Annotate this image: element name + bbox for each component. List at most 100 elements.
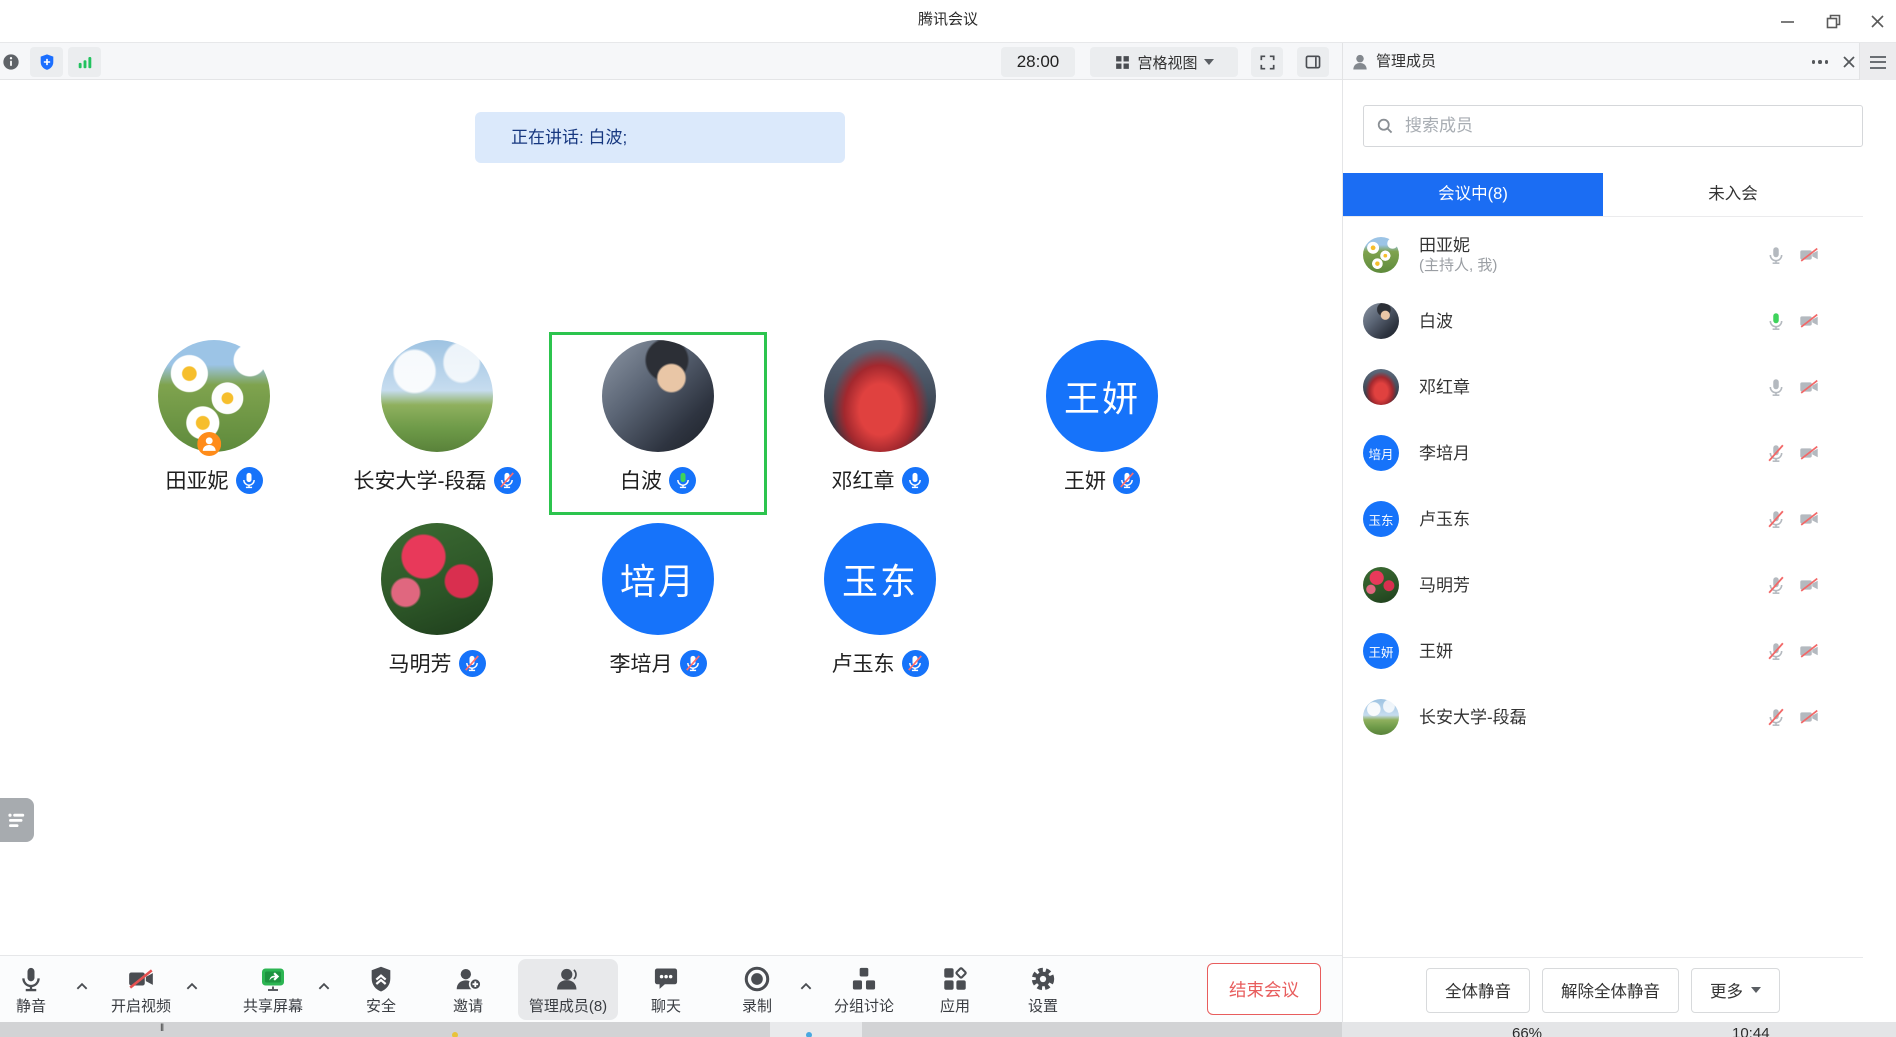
meeting-info-icon[interactable] [2,53,20,71]
member-row[interactable]: 培月 李培月 [1343,420,1863,486]
restore-button[interactable] [1820,8,1846,34]
control-security-shield[interactable]: 安全 [366,963,396,1016]
end-meeting-button[interactable]: 结束会议 [1207,963,1321,1015]
search-icon [1376,117,1394,135]
member-search-input[interactable] [1403,115,1850,137]
unmute-all-button[interactable]: 解除全体静音 [1542,968,1679,1013]
control-record[interactable]: 录制 [742,963,772,1016]
control-label: 开启视频 [111,995,171,1016]
panel-title: 管理成员 [1376,43,1436,81]
meeting-timer: 28:00 [1001,47,1075,77]
speaking-banner: 正在讲话: 白波; [475,112,845,163]
restore-icon [1825,13,1842,30]
member-row[interactable]: 玉东 卢玉东 [1343,486,1863,552]
member-camera-icon [1798,244,1820,266]
member-row[interactable]: 长安大学-段磊 [1343,684,1863,750]
mic-status-icon [680,650,707,677]
participant-name: 马明芳 [389,648,452,678]
members-icon [554,963,582,993]
member-avatar [1363,567,1399,603]
member-camera-icon [1798,706,1820,728]
control-mic[interactable]: 静音 [16,963,46,1016]
chevron-down-icon [1751,987,1761,993]
meeting-security-icon[interactable] [30,47,63,77]
battery-indicator: 66% [1512,1025,1542,1037]
participant-tile[interactable]: 马明芳 [328,515,546,698]
mic-status-icon [1113,467,1140,494]
control-breakout[interactable]: 分组讨论 [834,963,894,1016]
participant-tile[interactable]: 玉东 卢玉东 [771,515,989,698]
participant-avatar [381,340,493,452]
member-row[interactable]: 王妍 王妍 [1343,618,1863,684]
participant-name: 邓红章 [832,465,895,495]
chevron-up-icon[interactable] [76,978,89,996]
control-label: 录制 [742,995,772,1016]
control-camera-off[interactable]: 开启视频 [111,963,171,1016]
avatar: 王妍 [1046,340,1158,452]
sidebar-toggle-button[interactable] [1297,47,1329,77]
control-chat[interactable]: 聊天 [651,963,681,1016]
participant-tile[interactable]: 王妍 王妍 [993,332,1211,515]
control-label: 安全 [366,995,396,1016]
member-mic-icon [1765,244,1787,266]
minimize-button[interactable] [1774,8,1800,34]
camera-off-icon [127,963,155,993]
mic-status-icon [902,650,929,677]
control-label: 静音 [16,995,46,1016]
grid-view-icon [1114,54,1131,71]
participant-tile[interactable]: 培月 李培月 [549,515,767,698]
sidebar-layout-icon [1304,53,1322,71]
network-signal-icon[interactable] [68,47,101,77]
avatar: 玉东 [1363,501,1399,537]
participant-tile[interactable]: 田亚妮 [105,332,323,515]
tab-not-joined[interactable]: 未入会 [1603,173,1863,216]
host-badge-icon [197,432,221,456]
member-avatar [1363,303,1399,339]
member-row[interactable]: 白波 [1343,288,1863,354]
member-row[interactable]: 马明芳 [1343,552,1863,618]
button-label: 全体静音 [1445,978,1511,1002]
button-label: 解除全体静音 [1561,978,1660,1002]
chevron-up-icon[interactable] [186,978,199,996]
view-mode-selector[interactable]: 宫格视图 [1090,47,1238,77]
avatar [1363,369,1399,405]
tab-in-meeting[interactable]: 会议中(8) [1343,173,1603,216]
member-camera-icon [1798,376,1820,398]
participant-name: 田亚妮 [166,465,229,495]
member-role: (主持人, 我) [1419,256,1497,276]
window-title: 腾讯会议 [0,0,1896,42]
member-name: 李培月 [1419,443,1470,464]
member-list: 田亚妮 (主持人, 我) 白波 邓红章 [1343,222,1863,952]
toolbar-divider [1342,43,1343,81]
member-search-box[interactable] [1363,105,1863,147]
mute-all-button[interactable]: 全体静音 [1426,968,1530,1013]
control-invite[interactable]: 邀请 [453,963,483,1016]
participant-tile[interactable]: 白波 [549,332,767,515]
taskbar-active-item [770,1022,862,1037]
screen-share-icon [259,963,287,993]
panel-menu-button[interactable] [1860,43,1896,81]
participant-tile[interactable]: 长安大学-段磊 [328,332,546,515]
panel-more-button[interactable] [1806,51,1834,73]
member-mic-icon [1765,376,1787,398]
member-name: 白波 [1419,311,1453,332]
chevron-up-icon[interactable] [318,978,331,996]
member-name: 邓红章 [1419,377,1470,398]
panel-close-button[interactable] [1838,51,1860,73]
caption-drawer-tab[interactable] [0,798,34,842]
chevron-up-icon[interactable] [800,978,813,996]
member-row[interactable]: 邓红章 [1343,354,1863,420]
close-button[interactable] [1864,8,1890,34]
taskbar-tray-area [1342,1022,1896,1037]
control-members[interactable]: 管理成员(8) [529,963,607,1016]
control-settings[interactable]: 设置 [1028,963,1058,1016]
member-row[interactable]: 田亚妮 (主持人, 我) [1343,222,1863,288]
fullscreen-button[interactable] [1251,47,1283,77]
control-screen-share[interactable]: 共享屏幕 [243,963,303,1016]
more-button[interactable]: 更多 [1691,968,1780,1013]
member-mic-icon [1765,640,1787,662]
mic-status-icon [494,467,521,494]
participant-tile[interactable]: 邓红章 [771,332,989,515]
control-apps[interactable]: 应用 [940,963,970,1016]
mic-status-icon [459,650,486,677]
